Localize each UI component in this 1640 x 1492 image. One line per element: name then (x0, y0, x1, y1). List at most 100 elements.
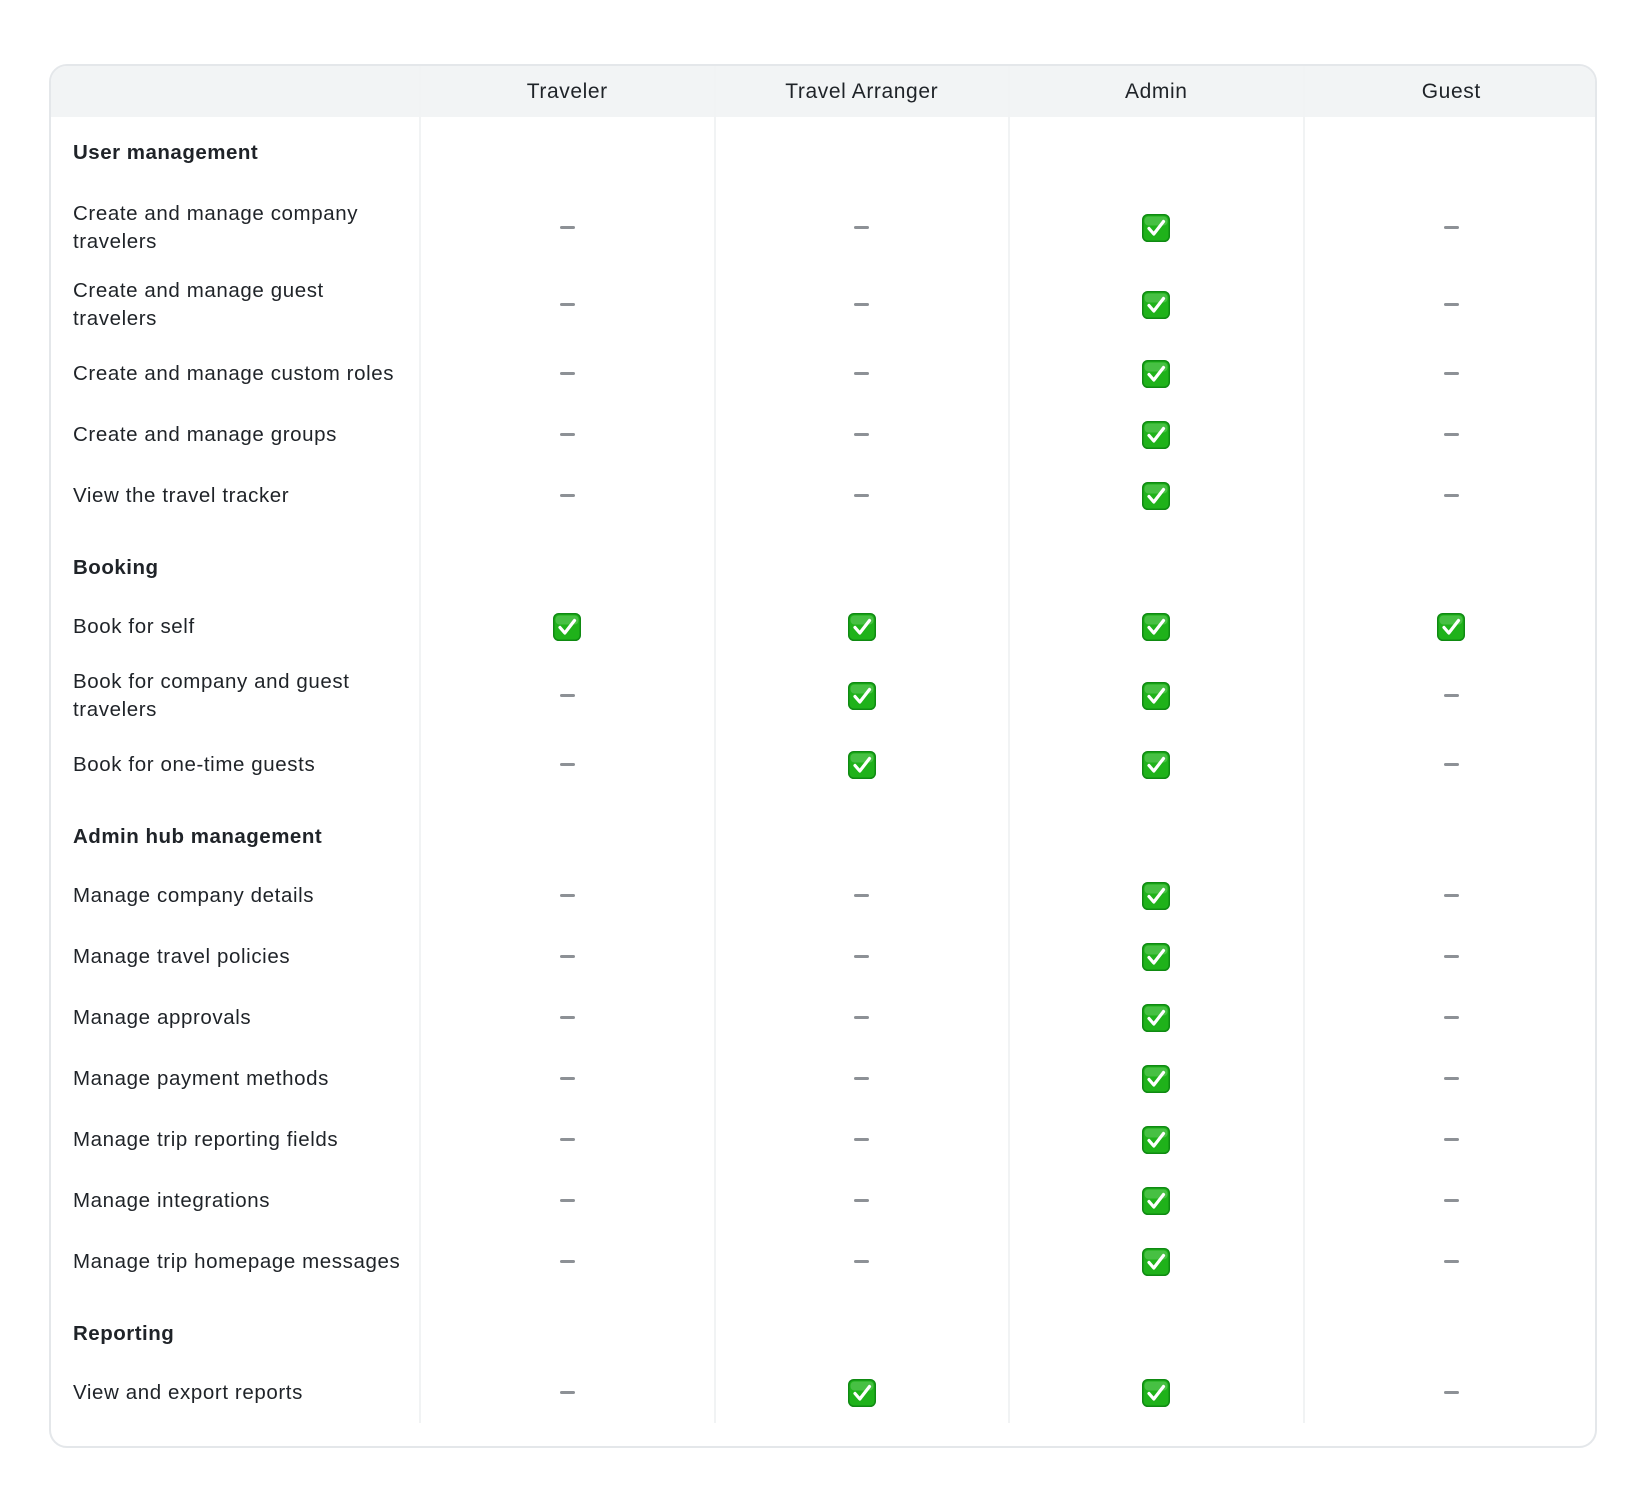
table-body: User management Create and manage company… (51, 117, 1595, 1423)
green-check-icon (1142, 213, 1171, 242)
cell-travel-arranger (713, 1048, 1009, 1109)
cell-traveler (419, 987, 715, 1048)
green-check-icon (1142, 481, 1171, 510)
empty-cell (713, 795, 1009, 865)
permission-label: Book for self (73, 614, 195, 638)
empty-cell (1302, 795, 1595, 865)
cell-traveler (419, 189, 715, 266)
permission-label: Create and manage custom roles (73, 361, 395, 385)
cell-admin (1008, 465, 1304, 526)
section-title: Admin hub management (73, 825, 323, 848)
table-row: Create and manage custom roles (51, 343, 1595, 404)
dash-icon (1443, 432, 1459, 436)
green-check-icon (847, 1378, 876, 1407)
permission-label: Create and manage company travelers (73, 201, 359, 253)
cell-admin (1008, 1231, 1304, 1292)
dash-icon (559, 893, 575, 897)
green-check-icon (1142, 750, 1171, 779)
empty-cell (1008, 1292, 1304, 1362)
permission-label: Manage company details (73, 883, 315, 907)
cell-traveler (419, 865, 715, 926)
permission-label: Manage travel policies (73, 944, 291, 968)
permissions-table: Traveler Travel Arranger Admin Guest Use… (51, 66, 1595, 1423)
cell-admin (1008, 1048, 1304, 1109)
table-row: Manage approvals (51, 987, 1595, 1048)
cell-travel-arranger (713, 465, 1009, 526)
cell-traveler (419, 657, 715, 734)
dash-icon (559, 432, 575, 436)
section-row-user-management: User management (51, 117, 1595, 189)
dash-icon (559, 302, 575, 306)
empty-cell (419, 795, 715, 865)
cell-admin (1008, 1362, 1304, 1423)
cell-travel-arranger (713, 987, 1009, 1048)
cell-guest (1302, 1109, 1595, 1170)
dash-icon (559, 1198, 575, 1202)
permission-label: Create and manage groups (73, 422, 337, 446)
cell-guest (1302, 1048, 1595, 1109)
dash-icon (1443, 1137, 1459, 1141)
section-row-admin-hub-management: Admin hub management (51, 795, 1595, 865)
cell-traveler (419, 734, 715, 795)
column-header-travel-arranger: Travel Arranger (713, 66, 1009, 117)
column-header-traveler: Traveler (419, 66, 715, 117)
table-row: Book for one-time guests (51, 734, 1595, 795)
green-check-icon (1142, 1378, 1171, 1407)
permission-label: Manage payment methods (73, 1066, 329, 1090)
cell-travel-arranger (713, 266, 1009, 343)
cell-travel-arranger (713, 1362, 1009, 1423)
dash-icon (1443, 893, 1459, 897)
cell-admin (1008, 926, 1304, 987)
cell-traveler (419, 1109, 715, 1170)
permission-label: Manage approvals (73, 1005, 252, 1029)
empty-cell (713, 1292, 1009, 1362)
dash-icon (559, 693, 575, 697)
green-check-icon (1142, 1125, 1171, 1154)
cell-guest (1302, 1170, 1595, 1231)
dash-icon (1443, 1015, 1459, 1019)
cell-travel-arranger (713, 404, 1009, 465)
dash-icon (854, 893, 870, 897)
cell-travel-arranger (713, 1109, 1009, 1170)
dash-icon (854, 1259, 870, 1263)
green-check-icon (1142, 1064, 1171, 1093)
dash-icon (854, 1137, 870, 1141)
table-row: Book for self (51, 596, 1595, 657)
cell-guest (1302, 734, 1595, 795)
cell-traveler (419, 266, 715, 343)
cell-traveler (419, 1362, 715, 1423)
empty-cell (1008, 526, 1304, 596)
section-title: Reporting (73, 1322, 175, 1345)
dash-icon (559, 762, 575, 766)
cell-guest (1302, 596, 1595, 657)
permission-label: Book for one-time guests (73, 752, 316, 776)
empty-cell (1008, 795, 1304, 865)
green-check-icon (847, 612, 876, 641)
table-row: Book for company and guest travelers (51, 657, 1595, 734)
green-check-icon (847, 681, 876, 710)
dash-icon (559, 1076, 575, 1080)
cell-admin (1008, 734, 1304, 795)
empty-cell (1302, 1292, 1595, 1362)
column-header-guest: Guest (1302, 66, 1595, 117)
dash-icon (854, 954, 870, 958)
cell-traveler (419, 1231, 715, 1292)
empty-cell (713, 117, 1009, 189)
cell-admin (1008, 1170, 1304, 1231)
cell-guest (1302, 865, 1595, 926)
cell-guest (1302, 1362, 1595, 1423)
dash-icon (559, 1259, 575, 1263)
table-row: Manage payment methods (51, 1048, 1595, 1109)
table-row: View and export reports (51, 1362, 1595, 1423)
empty-cell (419, 117, 715, 189)
cell-traveler (419, 404, 715, 465)
cell-guest (1302, 266, 1595, 343)
dash-icon (1443, 371, 1459, 375)
cell-admin (1008, 1109, 1304, 1170)
dash-icon (854, 371, 870, 375)
cell-guest (1302, 465, 1595, 526)
empty-cell (713, 526, 1009, 596)
dash-icon (1443, 954, 1459, 958)
cell-guest (1302, 987, 1595, 1048)
permissions-table-card: Traveler Travel Arranger Admin Guest Use… (49, 64, 1597, 1448)
